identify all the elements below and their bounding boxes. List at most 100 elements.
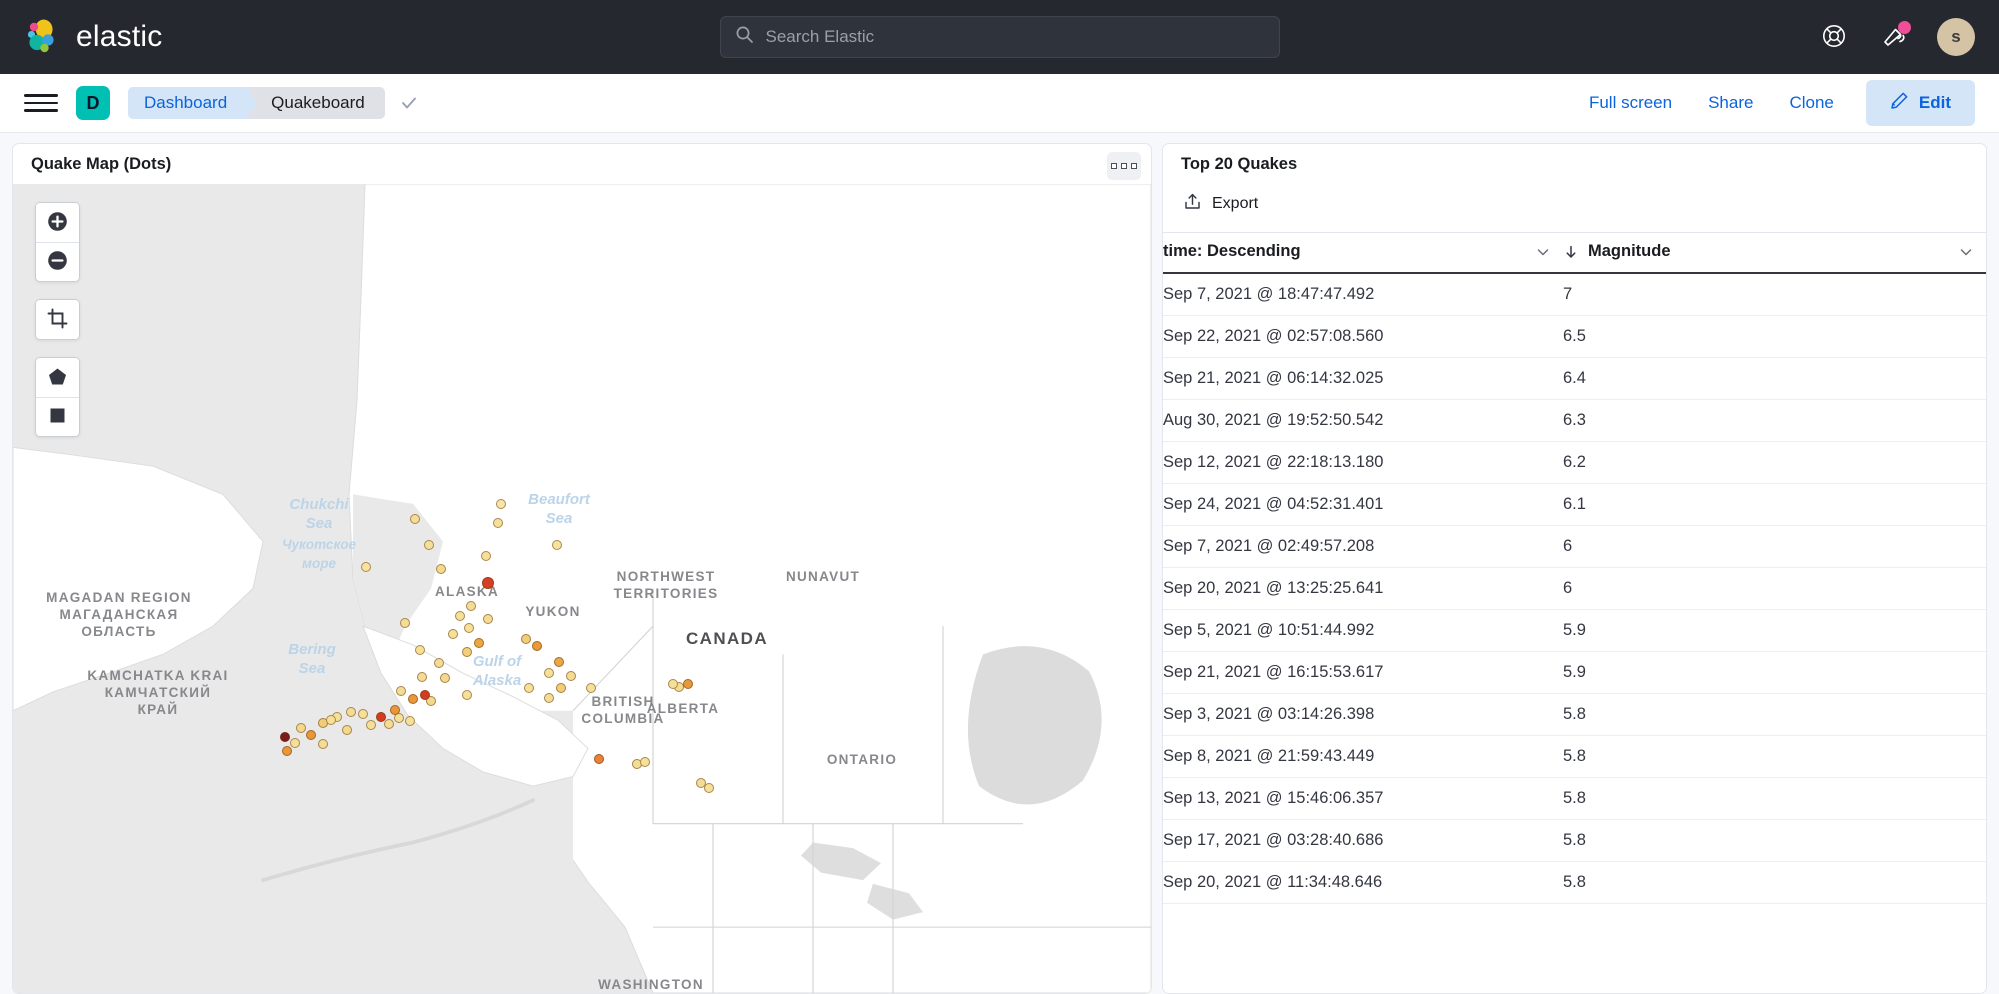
quake-dot[interactable] bbox=[481, 551, 491, 561]
edit-button[interactable]: Edit bbox=[1865, 80, 1975, 126]
quake-dot[interactable] bbox=[455, 611, 465, 621]
brand[interactable]: elastic bbox=[24, 18, 162, 56]
zoom-out-button[interactable] bbox=[36, 242, 79, 281]
table-head: time: Descending Magnitude bbox=[1163, 232, 1986, 274]
quake-dot[interactable] bbox=[474, 638, 484, 648]
export-icon bbox=[1183, 192, 1202, 216]
column-header-magnitude[interactable]: Magnitude bbox=[1563, 232, 1986, 274]
quake-dot[interactable] bbox=[390, 705, 400, 715]
quake-dot[interactable] bbox=[318, 739, 328, 749]
table-scroll-area[interactable]: time: Descending Magnitude Sep 7, 2021 @… bbox=[1163, 232, 1986, 993]
quake-dot[interactable] bbox=[396, 686, 406, 696]
quake-dot[interactable] bbox=[586, 683, 596, 693]
column-header-time[interactable]: time: Descending bbox=[1163, 232, 1563, 274]
quake-dot[interactable] bbox=[346, 707, 356, 717]
table-row[interactable]: Sep 24, 2021 @ 04:52:31.401 6.1 bbox=[1163, 483, 1986, 526]
quake-dot[interactable] bbox=[544, 668, 554, 678]
table-row[interactable]: Sep 12, 2021 @ 22:18:13.180 6.2 bbox=[1163, 441, 1986, 484]
quake-dot[interactable] bbox=[493, 518, 503, 528]
quake-dot[interactable] bbox=[306, 730, 316, 740]
quake-dot[interactable] bbox=[282, 746, 292, 756]
quake-dot[interactable] bbox=[544, 693, 554, 703]
table-row[interactable]: Sep 5, 2021 @ 10:51:44.992 5.9 bbox=[1163, 609, 1986, 652]
quake-dot[interactable] bbox=[521, 634, 531, 644]
quake-dot[interactable] bbox=[640, 757, 650, 767]
quake-dot[interactable] bbox=[483, 614, 493, 624]
column-magnitude-chevron-down-icon[interactable] bbox=[1958, 244, 1986, 260]
table-row[interactable]: Sep 8, 2021 @ 21:59:43.449 5.8 bbox=[1163, 735, 1986, 778]
quake-dot[interactable] bbox=[556, 683, 566, 693]
full-screen-button[interactable]: Full screen bbox=[1571, 84, 1690, 122]
quake-dot[interactable] bbox=[296, 723, 306, 733]
quake-dot[interactable] bbox=[462, 690, 472, 700]
table-row[interactable]: Sep 21, 2021 @ 06:14:32.025 6.4 bbox=[1163, 357, 1986, 400]
quake-dot[interactable] bbox=[400, 618, 410, 628]
table-row[interactable]: Sep 21, 2021 @ 16:15:53.617 5.9 bbox=[1163, 651, 1986, 694]
table-row[interactable]: Sep 3, 2021 @ 03:14:26.398 5.8 bbox=[1163, 693, 1986, 736]
quake-dot[interactable] bbox=[594, 754, 604, 764]
quake-dot[interactable] bbox=[464, 623, 474, 633]
quake-dot[interactable] bbox=[704, 783, 714, 793]
quake-dot[interactable] bbox=[462, 647, 472, 657]
quake-dot[interactable] bbox=[554, 657, 564, 667]
fit-to-bounds-button[interactable] bbox=[36, 300, 79, 339]
quake-dot[interactable] bbox=[290, 738, 300, 748]
news-feed-button[interactable] bbox=[1877, 20, 1911, 54]
quake-dot[interactable] bbox=[440, 673, 450, 683]
help-button[interactable] bbox=[1817, 20, 1851, 54]
quake-dot[interactable] bbox=[524, 683, 534, 693]
quake-dot[interactable] bbox=[482, 577, 494, 589]
map-canvas[interactable]: Chukchi Sea Чукотское море Beaufort Sea Ber… bbox=[13, 184, 1151, 993]
breadcrumb-dashboard[interactable]: Dashboard bbox=[128, 87, 259, 119]
share-button[interactable]: Share bbox=[1690, 84, 1771, 122]
table-row[interactable]: Sep 17, 2021 @ 03:28:40.686 5.8 bbox=[1163, 819, 1986, 862]
quake-dot[interactable] bbox=[424, 540, 434, 550]
pencil-icon bbox=[1890, 91, 1909, 115]
global-search[interactable] bbox=[719, 16, 1280, 58]
cell-time: Sep 21, 2021 @ 16:15:53.617 bbox=[1163, 651, 1563, 694]
quake-dot[interactable] bbox=[342, 725, 352, 735]
avatar[interactable]: s bbox=[1937, 18, 1975, 56]
panel-context-menu-icon[interactable] bbox=[1107, 152, 1141, 180]
quake-dot[interactable] bbox=[532, 641, 542, 651]
quake-dot[interactable] bbox=[448, 629, 458, 639]
quake-dot[interactable] bbox=[326, 715, 336, 725]
quake-dot[interactable] bbox=[408, 694, 418, 704]
zoom-in-button[interactable] bbox=[36, 203, 79, 242]
table-row[interactable]: Sep 7, 2021 @ 18:47:47.492 7 bbox=[1163, 273, 1986, 316]
table-row[interactable]: Sep 7, 2021 @ 02:49:57.208 6 bbox=[1163, 525, 1986, 568]
search-input[interactable] bbox=[765, 27, 1265, 47]
cell-time: Sep 7, 2021 @ 02:49:57.208 bbox=[1163, 525, 1563, 568]
quake-dot[interactable] bbox=[683, 679, 693, 689]
quake-dot[interactable] bbox=[417, 672, 427, 682]
table-row[interactable]: Sep 20, 2021 @ 11:34:48.646 5.8 bbox=[1163, 861, 1986, 904]
quake-dot[interactable] bbox=[420, 690, 430, 700]
check-icon[interactable] bbox=[399, 93, 419, 113]
table-row[interactable]: Sep 22, 2021 @ 02:57:08.560 6.5 bbox=[1163, 315, 1986, 358]
column-time-chevron-down-icon[interactable] bbox=[1535, 244, 1563, 260]
quake-dot[interactable] bbox=[415, 645, 425, 655]
quake-dot[interactable] bbox=[434, 658, 444, 668]
breadcrumb-quakeboard[interactable]: Quakeboard bbox=[247, 87, 385, 119]
quake-dot[interactable] bbox=[566, 671, 576, 681]
quake-dot[interactable] bbox=[405, 716, 415, 726]
quake-dot[interactable] bbox=[436, 564, 446, 574]
quake-dot[interactable] bbox=[668, 679, 678, 689]
quake-dot[interactable] bbox=[384, 719, 394, 729]
table-row[interactable]: Sep 20, 2021 @ 13:25:25.641 6 bbox=[1163, 567, 1986, 610]
quake-dot[interactable] bbox=[552, 540, 562, 550]
quake-dot[interactable] bbox=[361, 562, 371, 572]
table-row[interactable]: Aug 30, 2021 @ 19:52:50.542 6.3 bbox=[1163, 399, 1986, 442]
export-button[interactable]: Export bbox=[1181, 188, 1260, 220]
table-row[interactable]: Sep 13, 2021 @ 15:46:06.357 5.8 bbox=[1163, 777, 1986, 820]
quake-dot[interactable] bbox=[280, 732, 290, 742]
draw-rectangle-button[interactable] bbox=[36, 397, 79, 436]
quake-dot[interactable] bbox=[410, 514, 420, 524]
quake-dot[interactable] bbox=[466, 601, 476, 611]
clone-button[interactable]: Clone bbox=[1771, 84, 1851, 122]
draw-polygon-button[interactable] bbox=[36, 358, 79, 397]
quake-dot[interactable] bbox=[366, 720, 376, 730]
hamburger-menu-icon[interactable] bbox=[24, 88, 58, 118]
quake-dot[interactable] bbox=[496, 499, 506, 509]
quake-dot[interactable] bbox=[358, 709, 368, 719]
